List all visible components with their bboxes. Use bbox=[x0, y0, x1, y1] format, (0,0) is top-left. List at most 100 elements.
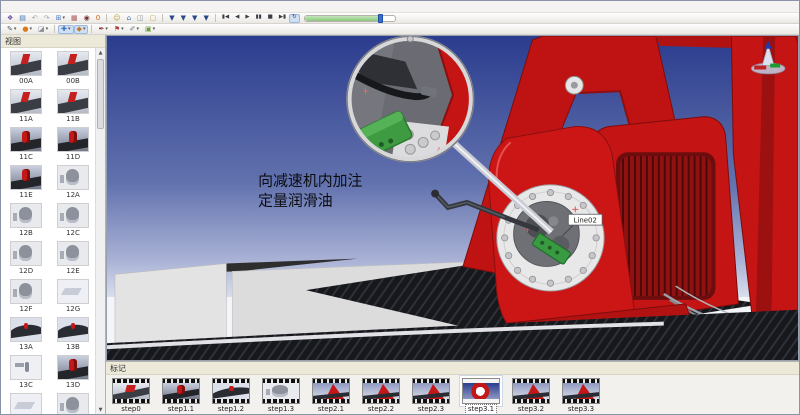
view-thumbnail-12B[interactable]: 12B bbox=[5, 203, 47, 241]
chevron-down-icon: ▾ bbox=[137, 27, 140, 32]
film-sprocket-bottom bbox=[113, 399, 149, 403]
step-thumbnail-step1.1[interactable]: step1.1 bbox=[162, 378, 200, 414]
film-sprocket-bottom bbox=[313, 399, 349, 403]
step-thumbnail-image bbox=[513, 383, 549, 399]
camera-button[interactable]: ◉ bbox=[81, 14, 93, 23]
marker-tool-button[interactable]: ✎▾ bbox=[4, 25, 19, 34]
animation-slider-handle[interactable] bbox=[378, 14, 383, 23]
view-thumbnail-11C[interactable]: 11C bbox=[5, 127, 47, 165]
view-thumbnail-11E[interactable]: 11E bbox=[5, 165, 47, 203]
step-thumbnail-step3.1[interactable]: step3.1 bbox=[462, 378, 500, 414]
viewport-3d-canvas[interactable]: Line02 向减速机内加注 定量润滑油 bbox=[107, 36, 798, 360]
views-scrollbar[interactable]: ▲ ▼ bbox=[95, 48, 105, 414]
step-thumbnail-label: step1.1 bbox=[166, 405, 196, 414]
view-thumbnail-image bbox=[11, 52, 41, 75]
pen-tool-button[interactable]: ✒▾ bbox=[95, 25, 110, 34]
undo-button[interactable]: ↶ bbox=[29, 14, 41, 23]
render-image-button[interactable]: ▦ bbox=[68, 14, 81, 23]
eraser-tool-button[interactable]: ◪▾ bbox=[35, 25, 51, 34]
view-thumbnail-label: 11E bbox=[19, 190, 32, 201]
step-thumbnail-image bbox=[163, 383, 199, 399]
brush-tool-button[interactable]: ◆▾ bbox=[74, 25, 89, 34]
step-thumbnail-step2.3[interactable]: step2.3 bbox=[412, 378, 450, 414]
shape-tool-button[interactable]: ●▾ bbox=[19, 25, 35, 34]
step-thumbnail-step1.3[interactable]: step1.3 bbox=[262, 378, 300, 414]
view-thumbnail-11A[interactable]: 11A bbox=[5, 89, 47, 127]
view-thumbnail-12F[interactable]: 12F bbox=[5, 279, 47, 317]
chevron-down-icon: ▾ bbox=[153, 27, 156, 32]
loop-button[interactable]: ↻ bbox=[289, 14, 300, 23]
capture-frame-1-button[interactable]: ▼ bbox=[166, 14, 177, 23]
pencil-tool-button[interactable]: ✐▾ bbox=[127, 25, 142, 34]
move-tool-button[interactable]: ✚▾ bbox=[58, 25, 73, 34]
stamp-tool-button[interactable]: ▣▾ bbox=[142, 25, 158, 34]
view-thumbnail-00A[interactable]: 00A bbox=[5, 51, 47, 89]
view-thumbnail-00B[interactable]: 00B bbox=[52, 51, 94, 89]
view-thumbnail-label: 13A bbox=[19, 342, 33, 353]
view-thumbnail-12E[interactable]: 12E bbox=[52, 241, 94, 279]
view-thumbnail-11B[interactable]: 11B bbox=[52, 89, 94, 127]
step-thumbnail-step0[interactable]: step0 bbox=[112, 378, 150, 414]
scroll-up-icon[interactable]: ▲ bbox=[99, 48, 103, 57]
paste-button[interactable]: ▤ bbox=[16, 14, 29, 23]
view-thumbnail-image bbox=[11, 166, 41, 189]
camera-zero-button[interactable]: 0 bbox=[93, 14, 103, 23]
step-thumbnail-label: step1.2 bbox=[216, 405, 246, 414]
view-thumbnail[interactable] bbox=[52, 393, 94, 414]
view-thumbnail-11D[interactable]: 11D bbox=[52, 127, 94, 165]
skip-start-button[interactable]: ▮◀ bbox=[219, 14, 232, 23]
step-thumbnail-step2.1[interactable]: step2.1 bbox=[312, 378, 350, 414]
play-button[interactable]: ▶ bbox=[242, 14, 252, 23]
step-thumbnail-image bbox=[563, 383, 599, 399]
views-scrollbar-track[interactable] bbox=[96, 57, 105, 405]
flag-tool-button[interactable]: ⚑▾ bbox=[111, 25, 127, 34]
main-toolbar-buttons: ❖▤↶↷⊞▾▦◉0☺⌂◫▢▼▼▼▼ bbox=[4, 14, 219, 23]
stop-button[interactable]: ■ bbox=[265, 14, 276, 23]
view-thumbnail-image bbox=[58, 280, 88, 303]
view-thumbnail-13A[interactable]: 13A bbox=[5, 317, 47, 355]
scroll-down-icon[interactable]: ▼ bbox=[99, 405, 103, 414]
step-back-button[interactable]: ◀ bbox=[232, 14, 242, 23]
view-thumbnail-13B[interactable]: 13B bbox=[52, 317, 94, 355]
pause-button[interactable]: ▮▮ bbox=[253, 14, 265, 23]
view-thumbnail-13D[interactable]: 13D bbox=[52, 355, 94, 393]
playback-controls: ▮◀◀▶▮▮■▶▮↻ bbox=[219, 14, 300, 23]
view-thumbnail-13C[interactable]: 13C bbox=[5, 355, 47, 393]
marks-panel-title: 标记 bbox=[110, 363, 126, 374]
folder-button[interactable]: ▢ bbox=[147, 14, 160, 23]
step-thumbnail-step2.2[interactable]: step2.2 bbox=[362, 378, 400, 414]
menu-bar bbox=[1, 1, 799, 13]
skip-end-button[interactable]: ▶▮ bbox=[276, 14, 289, 23]
home-view-button[interactable]: ⌂ bbox=[124, 14, 134, 23]
view-thumbnail-label: 12A bbox=[66, 190, 80, 201]
views-panel-header: 视图 bbox=[1, 35, 105, 48]
views-scrollbar-thumb[interactable] bbox=[97, 59, 104, 129]
view-thumbnail-12A[interactable]: 12A bbox=[52, 165, 94, 203]
view-thumbnail-image bbox=[58, 204, 88, 227]
views-sidebar: 视图 00A 00B 11A bbox=[1, 35, 106, 414]
view-thumbnail-12C[interactable]: 12C bbox=[52, 203, 94, 241]
step-thumbnail-step1.2[interactable]: step1.2 bbox=[212, 378, 250, 414]
film-sprocket-bottom bbox=[563, 399, 599, 403]
view-thumbnail-image bbox=[58, 128, 88, 151]
view-thumbnail-image bbox=[11, 90, 41, 113]
view-thumbnail-12D[interactable]: 12D bbox=[5, 241, 47, 279]
step-thumbnail-step3.2[interactable]: step3.2 bbox=[512, 378, 550, 414]
animation-slider[interactable] bbox=[304, 15, 396, 22]
view-thumbnail-12G[interactable]: 12G bbox=[52, 279, 94, 317]
step-thumbnail-label: step2.1 bbox=[316, 405, 346, 414]
film-sprocket-bottom bbox=[413, 399, 449, 403]
film-sprocket-bottom bbox=[513, 399, 549, 403]
step-thumbnail-step3.3[interactable]: step3.3 bbox=[562, 378, 600, 414]
toolbar-icon: ▤ bbox=[19, 15, 26, 22]
view-layout-button[interactable]: ⊞▾ bbox=[53, 14, 68, 23]
view-thumbnail[interactable] bbox=[5, 393, 47, 414]
save-view-button[interactable]: ◫ bbox=[134, 14, 147, 23]
capture-frame-2-button[interactable]: ▼ bbox=[178, 14, 189, 23]
open-button[interactable]: ❖ bbox=[4, 14, 16, 23]
user-view-button[interactable]: ☺ bbox=[110, 14, 123, 23]
capture-frame-4-button[interactable]: ▼ bbox=[200, 14, 211, 23]
redo-button[interactable]: ↷ bbox=[41, 14, 53, 23]
chevron-down-icon: ▾ bbox=[63, 16, 66, 21]
capture-frame-3-button[interactable]: ▼ bbox=[189, 14, 200, 23]
